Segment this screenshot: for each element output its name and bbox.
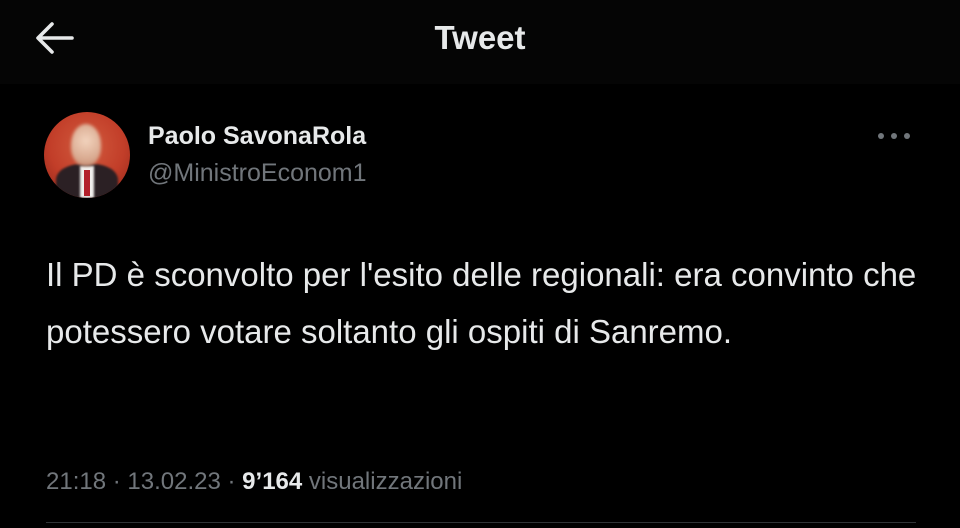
author-handle[interactable]: @MinistroEconom1 [148, 158, 367, 188]
avatar-head [71, 124, 101, 166]
divider [46, 522, 916, 523]
top-bar: Tweet [0, 0, 960, 84]
more-horizontal-icon [878, 133, 910, 139]
avatar-tie [84, 170, 90, 196]
tweet-meta: 21:18 · 13.02.23 · 9’164 visualizzazioni [46, 467, 462, 497]
meta-separator: · [227, 468, 236, 495]
more-options-button[interactable] [872, 124, 916, 148]
views-count[interactable]: 9’164 [242, 468, 302, 495]
author-name[interactable]: Paolo SavonaRola [148, 121, 366, 151]
tweet-time[interactable]: 21:18 [46, 468, 106, 495]
meta-separator: · [112, 468, 121, 495]
arrow-left-icon [36, 22, 74, 54]
avatar[interactable] [44, 112, 130, 198]
page-title: Tweet [434, 19, 526, 56]
views-label[interactable]: visualizzazioni [309, 468, 462, 495]
back-button[interactable] [30, 18, 78, 58]
tweet-text: Il PD è sconvolto per l'esito delle regi… [46, 256, 917, 350]
tweet-date[interactable]: 13.02.23 [127, 468, 220, 495]
